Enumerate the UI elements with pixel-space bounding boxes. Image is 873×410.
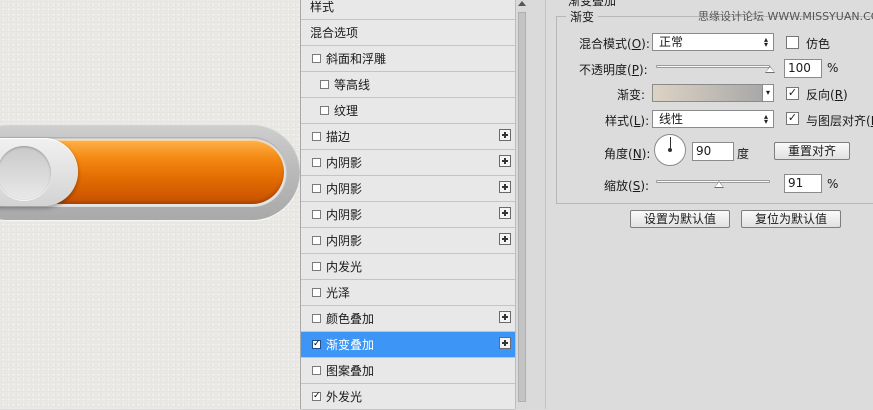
scroll-up-arrow-icon[interactable] xyxy=(518,1,526,6)
style-list-item[interactable]: 内阴影 xyxy=(301,228,515,254)
style-item-label: 内阴影 xyxy=(326,182,363,196)
opacity-input[interactable]: 100 xyxy=(784,59,822,78)
style-item-checkbox[interactable] xyxy=(312,132,321,141)
blending-options-item[interactable]: 混合选项 xyxy=(301,20,515,46)
style-item-checkbox[interactable] xyxy=(320,80,329,89)
opacity-label: 不透明度(P): xyxy=(579,63,648,77)
style-item-checkbox[interactable] xyxy=(312,236,321,245)
angle-dial[interactable] xyxy=(654,134,686,166)
style-item-checkbox[interactable] xyxy=(312,288,321,297)
scale-slider-handle[interactable] xyxy=(713,181,724,188)
canvas-preview xyxy=(0,0,300,409)
scale-input[interactable]: 91 xyxy=(784,174,822,193)
style-item-label: 描边 xyxy=(326,130,351,144)
style-label: 样式(L): xyxy=(605,114,650,128)
style-item-label: 内阴影 xyxy=(326,234,363,248)
style-item-checkbox[interactable] xyxy=(312,262,321,271)
blend-mode-select[interactable]: 正常 ▴ ▾ xyxy=(652,33,774,51)
angle-center-dot xyxy=(668,148,672,152)
gradient-picker[interactable]: ▾ xyxy=(652,84,774,102)
style-list-item[interactable]: 纹理 xyxy=(301,98,515,124)
style-item-checkbox[interactable]: ✓ xyxy=(312,392,321,401)
style-item-checkbox[interactable] xyxy=(312,54,321,63)
style-item-label: 斜面和浮雕 xyxy=(326,52,387,66)
add-style-plus-icon[interactable] xyxy=(499,155,511,167)
style-item-label: 纹理 xyxy=(334,104,359,118)
dither-label: 仿色 xyxy=(806,37,831,51)
blend-mode-value: 正常 xyxy=(659,35,684,49)
style-item-label: 颜色叠加 xyxy=(326,312,375,326)
style-item-checkbox[interactable] xyxy=(312,314,321,323)
style-item-checkbox[interactable] xyxy=(312,158,321,167)
style-list-item[interactable]: 内阴影 xyxy=(301,202,515,228)
opacity-slider-handle[interactable] xyxy=(765,66,775,73)
angle-label: 角度(N): xyxy=(604,147,651,161)
style-list-item[interactable]: ✓ 外发光 xyxy=(301,384,515,410)
gradient-style-value: 线性 xyxy=(659,112,684,126)
add-style-plus-icon[interactable] xyxy=(499,129,511,141)
add-style-plus-icon[interactable] xyxy=(499,207,511,219)
angle-input[interactable]: 90 xyxy=(692,142,734,161)
style-list-item[interactable]: 内阴影 xyxy=(301,150,515,176)
select-arrows-icon: ▴ ▾ xyxy=(763,112,768,126)
style-list-item[interactable]: 斜面和浮雕 xyxy=(301,46,515,72)
add-style-plus-icon[interactable] xyxy=(499,311,511,323)
gradient-style-select[interactable]: 线性 ▴ ▾ xyxy=(652,110,774,128)
reverse-label: 反向(R) xyxy=(806,88,848,102)
select-arrows-icon: ▴ ▾ xyxy=(763,35,768,49)
set-as-default-button[interactable]: 设置为默认值 xyxy=(630,210,730,228)
blending-options-label: 混合选项 xyxy=(310,26,359,40)
style-list-item[interactable]: 内发光 xyxy=(301,254,515,280)
styles-header-label: 样式 xyxy=(310,0,335,14)
gradient-overlay-settings: 渐变叠加 渐变 思缘设计论坛 WWW.MISSYUAN.COM 混合模式(O):… xyxy=(546,0,873,409)
scroll-thumb[interactable] xyxy=(518,12,526,402)
style-item-label: 内阴影 xyxy=(326,156,363,170)
add-style-plus-icon[interactable] xyxy=(499,233,511,245)
opacity-unit: % xyxy=(827,61,839,75)
style-item-label: 图案叠加 xyxy=(326,364,375,378)
angle-unit: 度 xyxy=(737,147,750,161)
group-label: 渐变 xyxy=(566,8,599,25)
reverse-checkbox[interactable]: ✓ xyxy=(786,87,799,100)
style-list-item[interactable]: 描边 xyxy=(301,124,515,150)
scale-unit: % xyxy=(827,177,839,191)
style-item-label: 光泽 xyxy=(326,286,351,300)
dither-checkbox[interactable] xyxy=(786,36,799,49)
add-style-plus-icon[interactable] xyxy=(499,337,511,349)
style-list-item[interactable]: 内阴影 xyxy=(301,176,515,202)
style-list-item[interactable]: 光泽 xyxy=(301,280,515,306)
style-list-scrollbar[interactable] xyxy=(515,0,528,409)
gradient-dropdown-arrow-icon[interactable]: ▾ xyxy=(762,85,773,101)
style-list-item[interactable]: 颜色叠加 xyxy=(301,306,515,332)
watermark-text: 思缘设计论坛 WWW.MISSYUAN.COM xyxy=(698,10,873,23)
styles-header[interactable]: 样式 xyxy=(301,0,515,20)
align-with-layer-checkbox[interactable]: ✓ xyxy=(786,112,799,125)
panel-divider xyxy=(528,0,546,409)
style-item-label: 内发光 xyxy=(326,260,363,274)
style-list-item[interactable]: 图案叠加 xyxy=(301,358,515,384)
style-item-label: 内阴影 xyxy=(326,208,363,222)
style-item-checkbox[interactable] xyxy=(312,184,321,193)
layer-style-list: 样式 混合选项 斜面和浮雕 等高线 纹理 描边 内阴影 内阴影 内阴影 内阴影 内发光 光泽 颜色叠… xyxy=(300,0,516,410)
style-item-checkbox[interactable] xyxy=(312,210,321,219)
opacity-slider-track[interactable] xyxy=(656,65,770,68)
style-list-item[interactable]: ✓ 渐变叠加 xyxy=(301,332,515,358)
style-item-checkbox[interactable]: ✓ xyxy=(312,340,321,349)
style-list-item[interactable]: 等高线 xyxy=(301,72,515,98)
align-with-layer-label: 与图层对齐(I) xyxy=(806,114,873,128)
add-style-plus-icon[interactable] xyxy=(499,181,511,193)
gradient-label: 渐变: xyxy=(617,88,646,102)
style-item-label: 渐变叠加 xyxy=(326,338,375,352)
style-item-label: 外发光 xyxy=(326,390,363,404)
scale-label: 缩放(S): xyxy=(604,179,650,193)
reset-alignment-button[interactable]: 重置对齐 xyxy=(774,142,850,160)
reset-to-default-button[interactable]: 复位为默认值 xyxy=(741,210,841,228)
style-item-label: 等高线 xyxy=(334,78,371,92)
style-item-checkbox[interactable] xyxy=(320,106,329,115)
gradient-preview-bar[interactable] xyxy=(653,85,763,101)
blend-mode-label: 混合模式(O): xyxy=(579,37,650,51)
style-item-checkbox[interactable] xyxy=(312,366,321,375)
